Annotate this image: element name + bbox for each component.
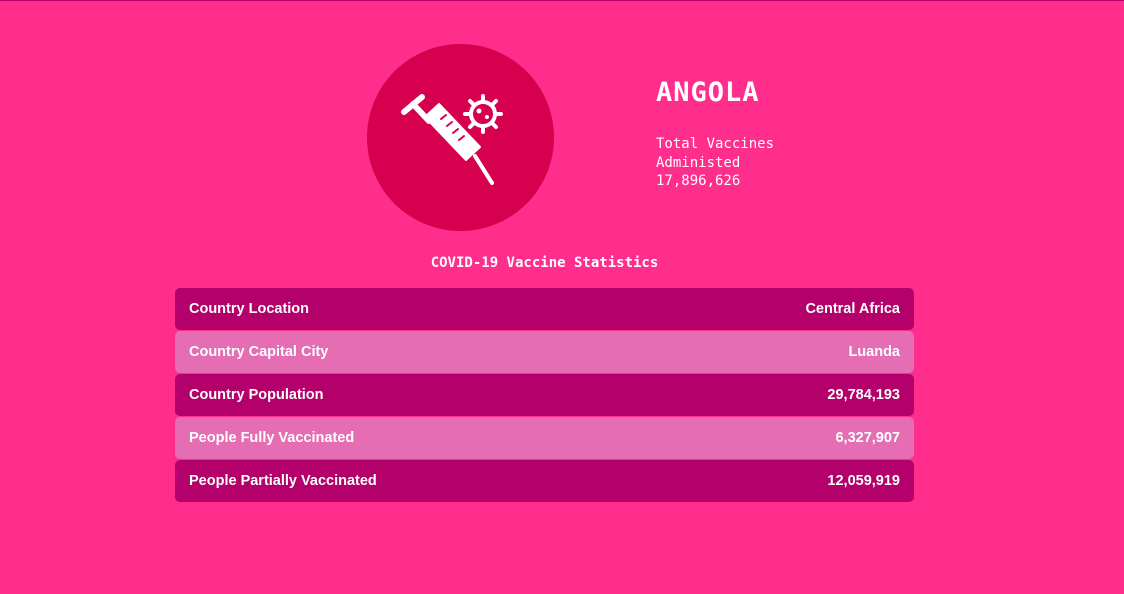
stat-value: Luanda <box>848 344 900 360</box>
stat-row-location: Country Location Central Africa <box>175 288 914 330</box>
stat-row-partially-vaccinated: People Partially Vaccinated 12,059,919 <box>175 460 914 502</box>
country-summary: ANGOLA Total Vaccines Administed 17,896,… <box>656 76 956 191</box>
total-vaccines-label-line2: Administed <box>656 154 741 171</box>
top-divider <box>0 0 1124 1</box>
stat-value: 12,059,919 <box>827 473 900 489</box>
total-vaccines: Total Vaccines Administed 17,896,626 <box>656 135 956 191</box>
stats-table: Country Location Central Africa Country … <box>175 288 914 503</box>
stat-label: People Fully Vaccinated <box>189 430 355 446</box>
vaccine-illustration <box>401 94 503 185</box>
country-name: ANGOLA <box>656 77 760 108</box>
stat-row-capital: Country Capital City Luanda <box>175 331 914 373</box>
stat-label: Country Population <box>189 387 324 403</box>
stat-label: People Partially Vaccinated <box>189 473 377 489</box>
section-title: COVID-19 Vaccine Statistics <box>430 255 659 271</box>
stat-row-fully-vaccinated: People Fully Vaccinated 6,327,907 <box>175 417 914 459</box>
vaccine-logo <box>367 44 554 231</box>
virus-icon <box>463 94 503 134</box>
stat-label: Country Location <box>189 301 310 317</box>
total-vaccines-label-line1: Total Vaccines <box>656 136 775 152</box>
stat-row-population: Country Population 29,784,193 <box>175 374 914 416</box>
stat-label: Country Capital City <box>189 344 329 360</box>
stat-value: 29,784,193 <box>827 387 900 403</box>
total-vaccines-value: 17,896,626 <box>656 173 741 189</box>
stat-value: 6,327,907 <box>835 430 900 446</box>
stat-value: Central Africa <box>805 301 900 317</box>
